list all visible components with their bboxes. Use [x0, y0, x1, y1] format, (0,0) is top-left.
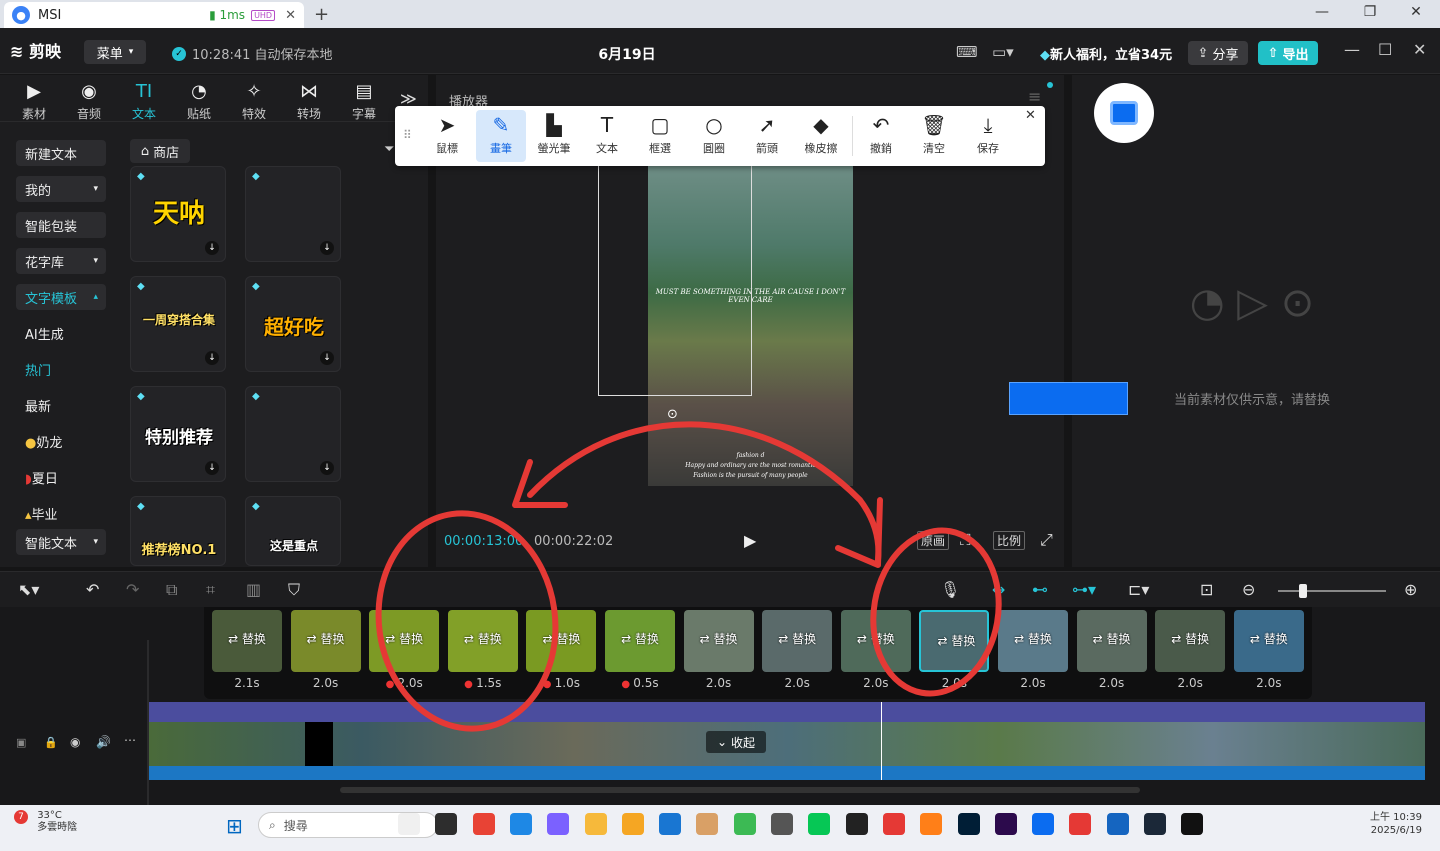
taskbar-app-icon[interactable] — [1144, 813, 1166, 835]
taskbar-app-icon[interactable] — [509, 813, 532, 835]
taskbar-app-icon[interactable] — [808, 813, 831, 835]
taskbar-app-icon[interactable] — [696, 813, 719, 835]
search-icon: ⌕ — [269, 817, 276, 832]
taskbar-app-icon[interactable] — [771, 813, 793, 835]
taskbar-app-icon[interactable] — [957, 813, 980, 835]
taskbar-app-icon[interactable] — [882, 813, 905, 835]
red-circle-annotation — [375, 510, 559, 732]
taskbar-app-icon[interactable] — [435, 813, 458, 835]
taskbar-app-icon[interactable] — [733, 813, 756, 835]
weather-widget[interactable]: 7 33°C 多雲時陰 — [14, 810, 77, 834]
taskbar-clock: 上午 10:39 2025/6/19 — [1370, 812, 1422, 836]
taskbar-app-icon[interactable] — [994, 813, 1017, 835]
taskbar-app-icon[interactable] — [920, 813, 943, 835]
taskbar-app-icon[interactable] — [1106, 813, 1129, 835]
taskbar-app-icon[interactable] — [584, 813, 607, 835]
taskbar-app-icon[interactable] — [1181, 813, 1204, 835]
windows-taskbar — [0, 805, 1440, 851]
taskbar-app-icon[interactable] — [1069, 813, 1092, 835]
red-annotation-layer — [375, 421, 1002, 732]
taskbar-app-icon[interactable] — [472, 813, 495, 835]
taskbar-app-icon[interactable] — [845, 813, 868, 835]
red-arrow-annotation — [527, 421, 882, 563]
taskbar-app-icon[interactable] — [398, 813, 420, 835]
notification-badge: 7 — [14, 810, 28, 824]
windows-start-icon[interactable]: ⊞ — [226, 814, 243, 838]
taskbar-app-icon[interactable] — [659, 813, 682, 835]
taskbar-app-icon[interactable] — [621, 813, 644, 835]
red-circle-annotation — [870, 527, 1002, 697]
taskbar-app-icon[interactable] — [1032, 813, 1055, 835]
taskbar-app-icon[interactable] — [547, 813, 570, 835]
